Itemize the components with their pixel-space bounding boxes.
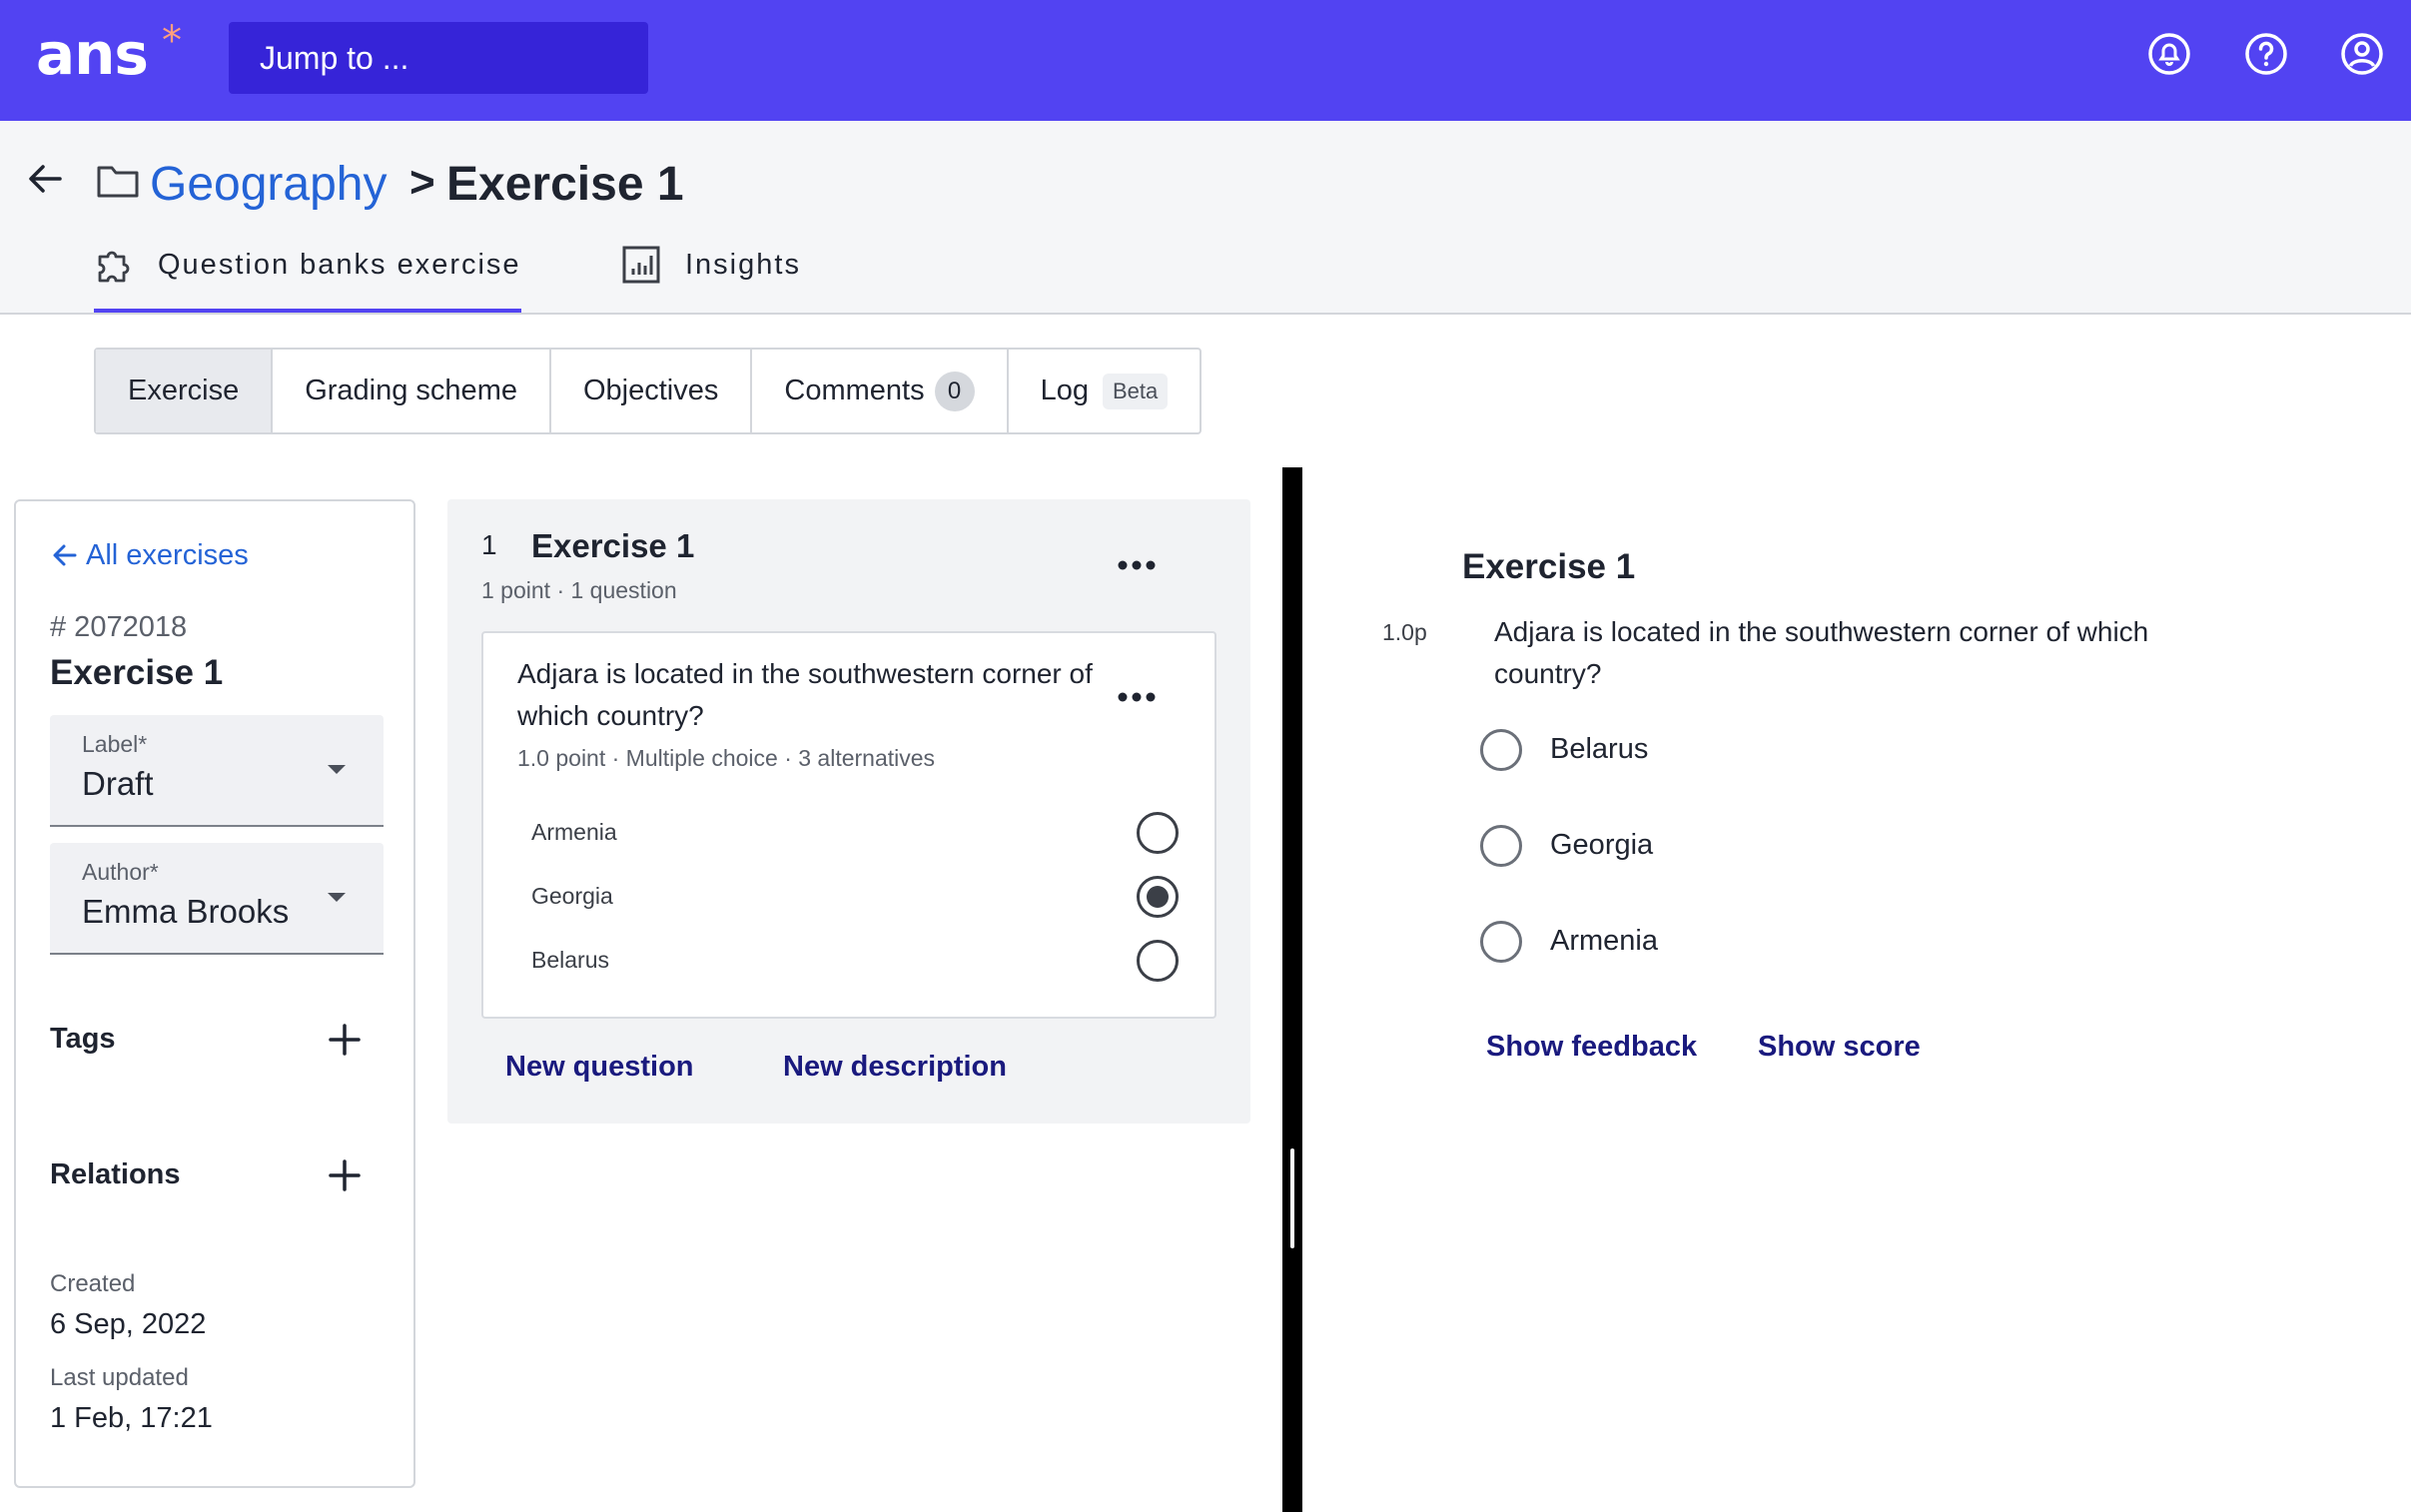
subtab-log[interactable]: Log Beta bbox=[1009, 350, 1201, 432]
chart-icon bbox=[622, 246, 660, 284]
preview-option-radio[interactable] bbox=[1480, 729, 1522, 771]
exercise-title: Exercise 1 bbox=[50, 653, 224, 692]
back-arrow-icon[interactable] bbox=[26, 159, 66, 199]
add-relation-plus-icon[interactable] bbox=[328, 1158, 362, 1192]
arrow-left-icon bbox=[53, 544, 77, 566]
preview-option-radio[interactable] bbox=[1480, 825, 1522, 867]
preview-option[interactable]: Georgia bbox=[1480, 825, 1880, 869]
page-header: Geography > Exercise 1 Question banks ex… bbox=[0, 121, 2411, 315]
question-meta: 1.0 point · Multiple choice · 3 alternat… bbox=[517, 745, 936, 771]
all-exercises-label: All exercises bbox=[86, 539, 249, 571]
dropdown-caret-icon bbox=[328, 893, 346, 902]
author-select-value: Emma Brooks bbox=[82, 893, 290, 930]
question-text: Adjara is located in the southwestern co… bbox=[517, 658, 1093, 731]
preview-option-label: Belarus bbox=[1550, 733, 1649, 765]
exercise-sub-tabs: Exercise Grading scheme Objectives Comme… bbox=[94, 348, 1203, 434]
author-select[interactable]: Author* Emma Brooks bbox=[50, 843, 384, 955]
breadcrumb-separator: > bbox=[409, 158, 435, 207]
created-label: Created bbox=[50, 1270, 136, 1297]
show-score-button[interactable]: Show score bbox=[1758, 1031, 1921, 1064]
option-row[interactable]: Belarus bbox=[531, 937, 1179, 985]
page-title: Exercise 1 bbox=[446, 158, 684, 211]
label-select-value: Draft bbox=[82, 765, 154, 802]
top-navigation-bar: ans * Jump to ... bbox=[0, 0, 2411, 121]
divider-grip-handle[interactable] bbox=[1290, 1148, 1294, 1248]
comments-count-badge: 0 bbox=[934, 371, 975, 411]
bell-icon[interactable] bbox=[2147, 32, 2191, 76]
logo-mark: * bbox=[162, 18, 182, 64]
folder-icon bbox=[97, 166, 139, 198]
tags-heading: Tags bbox=[50, 1023, 116, 1055]
option-row[interactable]: Georgia bbox=[531, 873, 1179, 921]
subtab-exercise[interactable]: Exercise bbox=[96, 350, 274, 432]
subtab-grading-scheme[interactable]: Grading scheme bbox=[273, 350, 551, 432]
option-label: Armenia bbox=[531, 819, 617, 845]
last-updated-value: 1 Feb, 17:21 bbox=[50, 1402, 213, 1434]
preview-option-label: Armenia bbox=[1550, 925, 1658, 957]
account-icon[interactable] bbox=[2340, 32, 2384, 76]
preview-option[interactable]: Armenia bbox=[1480, 921, 1880, 965]
tab-label: Insights bbox=[685, 249, 801, 281]
preview-option-radio[interactable] bbox=[1480, 921, 1522, 963]
new-question-button[interactable]: New question bbox=[505, 1051, 694, 1084]
label-select-label: Label* bbox=[82, 731, 148, 757]
author-select-label: Author* bbox=[82, 859, 159, 885]
option-radio[interactable] bbox=[1137, 940, 1179, 982]
question-card[interactable]: Adjara is located in the southwestern co… bbox=[481, 631, 1216, 1019]
option-row[interactable]: Armenia bbox=[531, 809, 1179, 857]
help-icon[interactable] bbox=[2244, 32, 2288, 76]
label-select[interactable]: Label* Draft bbox=[50, 715, 384, 827]
relations-heading: Relations bbox=[50, 1158, 181, 1190]
created-value: 6 Sep, 2022 bbox=[50, 1308, 207, 1340]
beta-badge: Beta bbox=[1102, 373, 1169, 409]
jump-to-search[interactable]: Jump to ... bbox=[229, 22, 648, 94]
last-updated-label: Last updated bbox=[50, 1364, 189, 1391]
app-logo[interactable]: ans bbox=[36, 20, 149, 88]
subtab-comments-label: Comments bbox=[784, 375, 925, 406]
option-label: Georgia bbox=[531, 883, 613, 909]
more-options-icon[interactable] bbox=[1117, 559, 1157, 571]
preview-option[interactable]: Belarus bbox=[1480, 729, 1880, 773]
question-more-options-icon[interactable] bbox=[1117, 691, 1157, 703]
breadcrumb-folder-link[interactable]: Geography bbox=[150, 157, 388, 213]
split-pane-divider[interactable] bbox=[1282, 467, 1302, 1512]
tab-question-banks-exercise[interactable]: Question banks exercise bbox=[94, 245, 521, 313]
tab-label: Question banks exercise bbox=[158, 249, 521, 281]
option-radio[interactable] bbox=[1137, 812, 1179, 854]
new-description-button[interactable]: New description bbox=[783, 1051, 1007, 1084]
exercise-number: 1 bbox=[481, 529, 497, 560]
option-label: Belarus bbox=[531, 947, 609, 973]
option-radio-selected[interactable] bbox=[1137, 876, 1179, 918]
all-exercises-link[interactable]: All exercises bbox=[52, 537, 249, 573]
subtab-comments[interactable]: Comments 0 bbox=[752, 350, 1009, 432]
subtab-log-label: Log bbox=[1040, 375, 1089, 406]
exercise-id: # 2072018 bbox=[50, 611, 188, 643]
exercise-editor-panel: 1 Exercise 1 1 point · 1 question Adjara… bbox=[447, 499, 1250, 1124]
exercise-details-panel: All exercises # 2072018 Exercise 1 Label… bbox=[14, 499, 415, 1488]
exercise-summary: 1 point · 1 question bbox=[481, 577, 677, 603]
preview-option-label: Georgia bbox=[1550, 829, 1654, 861]
puzzle-icon bbox=[98, 251, 130, 283]
preview-question-text: Adjara is located in the southwestern co… bbox=[1494, 616, 2149, 689]
tab-insights[interactable]: Insights bbox=[621, 245, 831, 313]
show-feedback-button[interactable]: Show feedback bbox=[1486, 1031, 1697, 1064]
exercise-editor-title: Exercise 1 bbox=[531, 527, 695, 564]
subtab-objectives[interactable]: Objectives bbox=[551, 350, 753, 432]
add-tag-plus-icon[interactable] bbox=[328, 1023, 362, 1057]
dropdown-caret-icon bbox=[328, 765, 346, 774]
preview-title: Exercise 1 bbox=[1462, 547, 1636, 586]
preview-points: 1.0p bbox=[1382, 619, 1427, 645]
